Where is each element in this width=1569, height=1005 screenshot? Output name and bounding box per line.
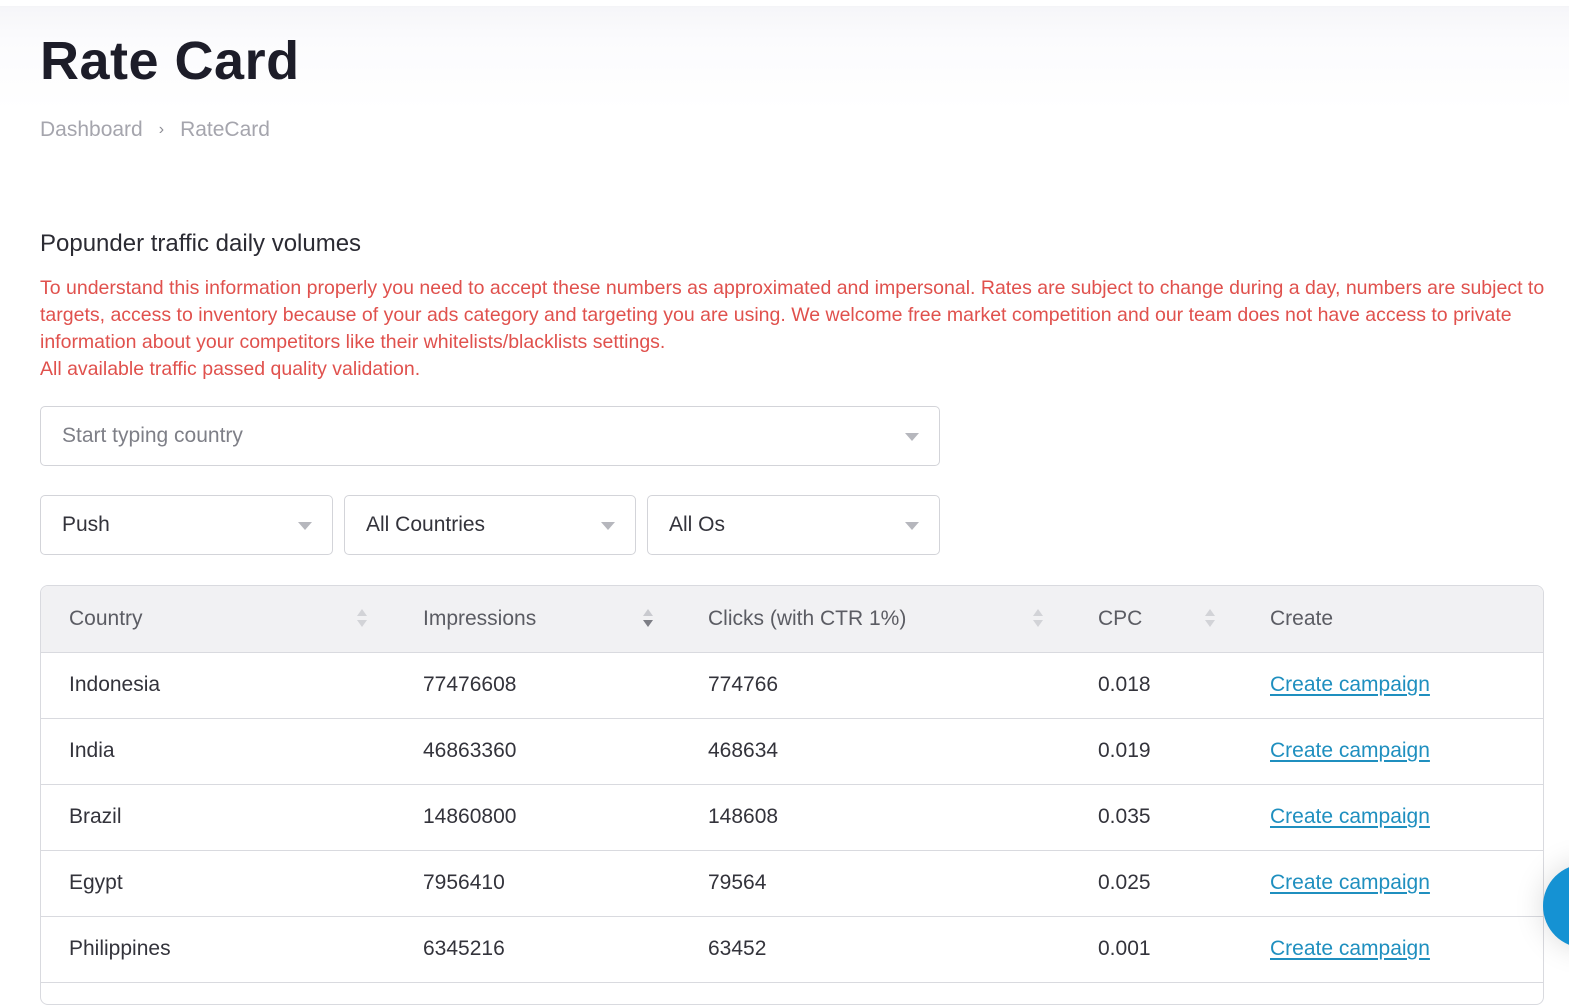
cell-cpc: 0.035 <box>1070 784 1242 851</box>
disclaimer-notice: To understand this information properly … <box>40 275 1550 383</box>
create-campaign-link[interactable]: Create campaign <box>1270 739 1430 762</box>
disclaimer-text: To understand this information properly … <box>40 277 1545 353</box>
column-header-cpc[interactable]: CPC <box>1070 586 1242 653</box>
table-row: Brazil 14860800 148608 0.035 Create camp… <box>41 784 1543 851</box>
quality-validation-text: All available traffic passed quality val… <box>40 358 421 380</box>
cell-country: Egypt <box>41 850 395 917</box>
chevron-right-icon: › <box>158 121 165 138</box>
column-label: Impressions <box>423 606 537 630</box>
chevron-down-icon[interactable] <box>601 522 615 530</box>
sort-icon[interactable] <box>357 608 367 629</box>
cell-create: Create campaign <box>1242 718 1543 785</box>
table-row: Indonesia 77476608 774766 0.018 Create c… <box>41 652 1543 719</box>
cell-create: Create campaign <box>1242 916 1543 983</box>
countries-value: All Countries <box>366 513 486 536</box>
column-header-impressions[interactable]: Impressions <box>395 586 680 653</box>
cell-impressions: 6345216 <box>395 916 680 983</box>
os-select[interactable]: All Os <box>647 495 940 555</box>
section-title: Popunder traffic daily volumes <box>40 230 362 257</box>
breadcrumb-ratecard: RateCard <box>180 118 270 141</box>
cell-clicks: 468634 <box>680 718 1070 785</box>
column-label: Clicks (with CTR 1%) <box>708 606 907 630</box>
sort-icon[interactable] <box>1205 608 1215 629</box>
cell-country: Philippines <box>41 916 395 983</box>
chevron-down-icon[interactable] <box>905 522 919 530</box>
cell-cpc: 0.001 <box>1070 916 1242 983</box>
cell-country: India <box>41 718 395 785</box>
chevron-down-icon[interactable] <box>298 522 312 530</box>
cell-create: Create campaign <box>1242 652 1543 719</box>
sort-icon[interactable] <box>1033 608 1043 629</box>
table-header-row: Country Impressions Clicks (with CTR 1%)… <box>41 586 1543 653</box>
rate-card-table: Country Impressions Clicks (with CTR 1%)… <box>40 585 1544 1005</box>
column-header-country[interactable]: Country <box>41 586 395 653</box>
column-label: Country <box>69 606 143 630</box>
column-label: Create <box>1270 606 1334 630</box>
chat-button[interactable] <box>1543 864 1569 948</box>
cell-impressions: 14860800 <box>395 784 680 851</box>
create-campaign-link[interactable]: Create campaign <box>1270 871 1430 894</box>
sort-desc-icon[interactable] <box>643 608 653 629</box>
cell-cpc: 0.018 <box>1070 652 1242 719</box>
traffic-type-value: Push <box>62 513 110 536</box>
countries-select[interactable]: All Countries <box>344 495 636 555</box>
page-title: Rate Card <box>40 31 300 91</box>
table-row: Egypt 7956410 79564 0.025 Create campaig… <box>41 850 1543 917</box>
cell-create: Create campaign <box>1242 850 1543 917</box>
cell-impressions: 46863360 <box>395 718 680 785</box>
country-search-placeholder: Start typing country <box>62 424 243 447</box>
column-header-create: Create <box>1242 586 1543 653</box>
breadcrumb-dashboard[interactable]: Dashboard <box>40 118 143 142</box>
top-bar <box>0 0 1569 6</box>
create-campaign-link[interactable]: Create campaign <box>1270 805 1430 828</box>
cell-clicks: 79564 <box>680 850 1070 917</box>
cell-clicks: 148608 <box>680 784 1070 851</box>
column-label: CPC <box>1098 606 1143 630</box>
table-row: Philippines 6345216 63452 0.001 Create c… <box>41 916 1543 983</box>
cell-cpc: 0.019 <box>1070 718 1242 785</box>
country-search-input[interactable]: Start typing country <box>40 406 940 466</box>
traffic-type-select[interactable]: Push <box>40 495 333 555</box>
cell-create: Create campaign <box>1242 784 1543 851</box>
cell-country: Indonesia <box>41 652 395 719</box>
column-header-clicks[interactable]: Clicks (with CTR 1%) <box>680 586 1070 653</box>
cell-impressions: 7956410 <box>395 850 680 917</box>
table-row: India 46863360 468634 0.019 Create campa… <box>41 718 1543 785</box>
breadcrumb: Dashboard › RateCard <box>40 118 270 142</box>
cell-clicks: 63452 <box>680 916 1070 983</box>
cell-impressions: 77476608 <box>395 652 680 719</box>
cell-clicks: 774766 <box>680 652 1070 719</box>
cell-country: Brazil <box>41 784 395 851</box>
create-campaign-link[interactable]: Create campaign <box>1270 673 1430 696</box>
chevron-down-icon[interactable] <box>905 433 919 441</box>
cell-cpc: 0.025 <box>1070 850 1242 917</box>
os-value: All Os <box>669 513 726 536</box>
create-campaign-link[interactable]: Create campaign <box>1270 937 1430 960</box>
